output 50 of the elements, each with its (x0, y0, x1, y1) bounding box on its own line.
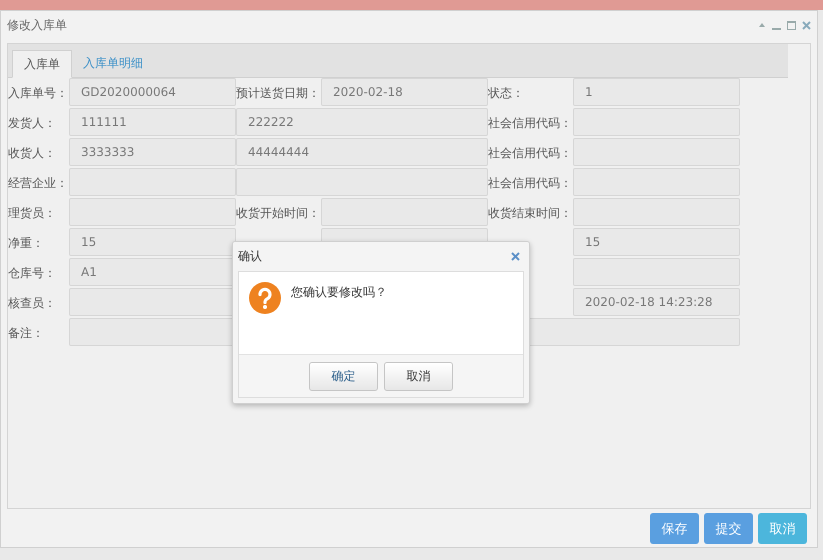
field-label: 社会信用代码： (488, 144, 573, 162)
input-field[interactable] (69, 198, 236, 226)
field-label: 社会信用代码： (488, 174, 573, 192)
field-label: 理货员： (8, 204, 57, 222)
field-label: 仓库号： (8, 264, 57, 282)
field-label: 净重： (8, 234, 45, 252)
input-field[interactable] (573, 108, 740, 136)
collapse-icon[interactable] (758, 21, 766, 29)
field-label: 备注： (8, 324, 45, 342)
field-label: 入库单号： (8, 84, 69, 102)
field-label: 预计送货日期： (236, 84, 321, 102)
cancel-button[interactable]: 取消 (758, 513, 807, 544)
input-field[interactable]: 44444444 (236, 138, 488, 166)
field-label: 社会信用代码： (488, 114, 573, 132)
field-label: 收货开始时间： (236, 204, 321, 222)
input-field[interactable] (236, 168, 488, 196)
close-icon[interactable] (802, 20, 811, 30)
field-label: 核查员： (8, 294, 57, 312)
question-icon (249, 282, 281, 314)
dialog-title: 确认 (238, 248, 263, 265)
input-field[interactable]: 222222 (236, 108, 488, 136)
input-field[interactable]: 111111 (69, 108, 236, 136)
field-label: 经营企业： (8, 174, 69, 192)
confirm-button[interactable]: 确定 (309, 362, 378, 390)
input-field[interactable]: 1 (573, 78, 740, 106)
tab[interactable]: 入库单 (12, 50, 72, 78)
input-field[interactable]: GD2020000064 (69, 78, 236, 106)
field-label: 发货人： (8, 114, 57, 132)
input-field[interactable] (573, 258, 740, 286)
field-label: 状态： (488, 84, 525, 102)
input-field[interactable]: 15 (573, 228, 740, 256)
action-button[interactable]: 提交 (704, 513, 753, 544)
close-icon[interactable] (511, 252, 520, 261)
input-field[interactable] (573, 168, 740, 196)
action-button[interactable]: 保存 (650, 513, 699, 544)
dialog-message: 您确认要修改吗？ (291, 284, 387, 301)
window-title: 修改入库单 (7, 16, 68, 34)
input-field[interactable]: 2020-02-18 (321, 78, 488, 106)
tab[interactable]: 入库单明细 (72, 49, 154, 77)
input-field[interactable] (573, 138, 740, 166)
field-label: 收货结束时间： (488, 204, 573, 222)
cancel-button[interactable]: 取消 (384, 362, 453, 390)
maximize-icon[interactable] (787, 20, 796, 30)
input-field[interactable]: 15 (69, 228, 236, 256)
input-field[interactable] (321, 198, 488, 226)
input-field[interactable] (573, 198, 740, 226)
field-label: 收货人： (8, 144, 57, 162)
input-field[interactable]: 2020-02-18 14:23:28 (573, 288, 740, 316)
input-field[interactable] (69, 168, 236, 196)
input-field[interactable]: 3333333 (69, 138, 236, 166)
